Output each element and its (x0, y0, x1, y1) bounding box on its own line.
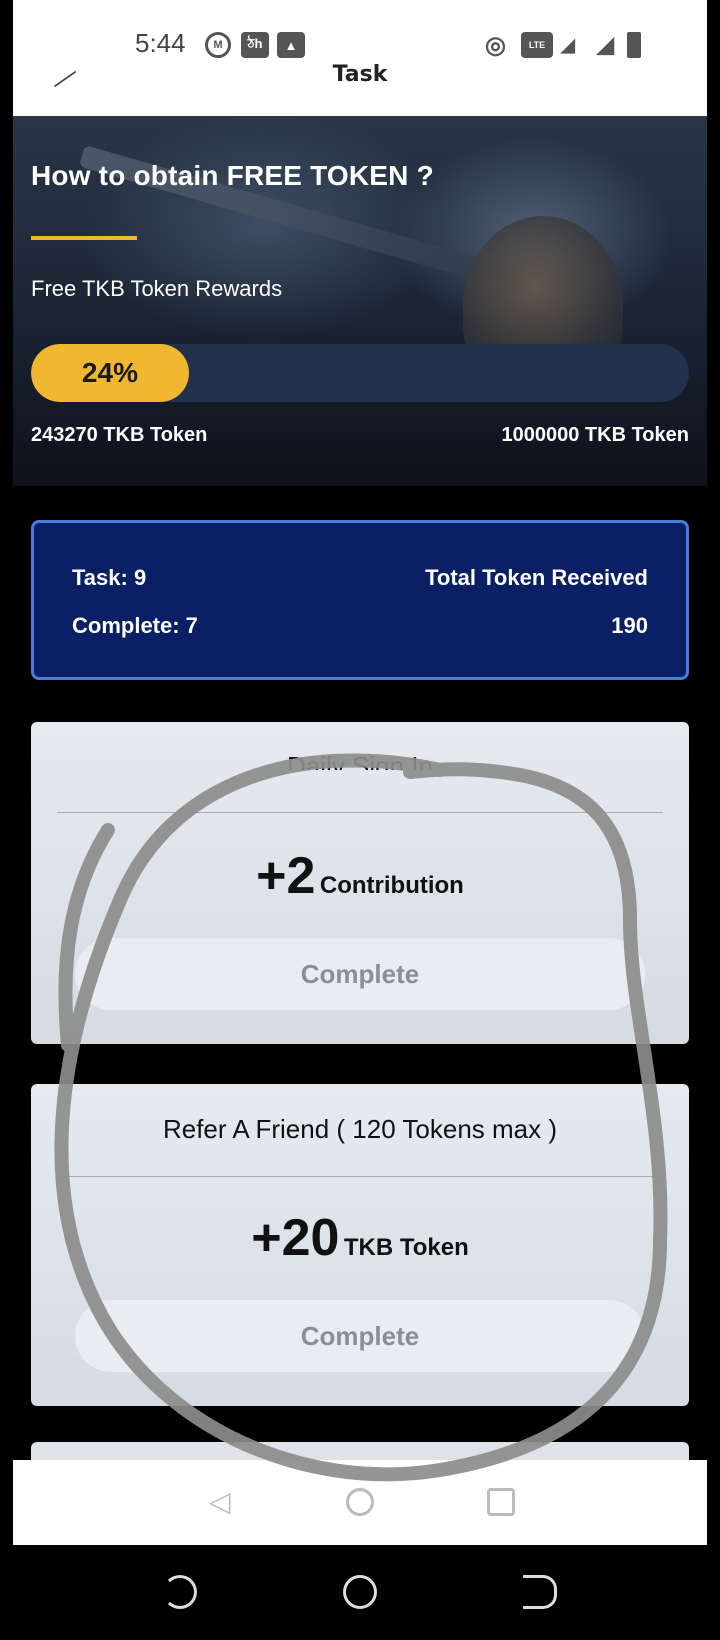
progress-fill: 24% (31, 344, 189, 402)
reward-amount: +2 (256, 847, 316, 905)
card-divider (57, 812, 663, 813)
complete-count: Complete: 7 (72, 613, 198, 638)
app-nav-bar: ◁ (13, 1460, 707, 1545)
recents-square-icon[interactable] (487, 1488, 515, 1516)
reward-unit: TKB Token (343, 1234, 469, 1261)
task-summary-panel: Task: 9 Complete: 7 Total Token Received… (31, 520, 689, 680)
total-token-value: 190 (611, 613, 648, 638)
top-bar: 5:44 M ঠh ▲ ◎ LTE ◢ ◢ ― Task (13, 0, 707, 116)
hotspot-icon: ◎ (485, 31, 506, 59)
task-title: Daily Sign In (287, 751, 433, 770)
signal-icon: ◢ (597, 32, 614, 57)
recent-apps-icon[interactable] (163, 1575, 197, 1609)
progress-label: 24% (81, 357, 138, 388)
m-badge-icon: M (205, 32, 231, 58)
complete-button[interactable]: Complete (75, 938, 645, 1010)
status-time: 5:44 (135, 28, 186, 58)
task-title: Refer A Friend ( 120 Tokens max ) (162, 1114, 558, 1144)
card-divider (57, 1176, 663, 1177)
task-card-daily-sign-in: Daily Sign In +2 Contribution Complete (31, 722, 689, 1044)
progress-current: 243270 TKB Token (31, 424, 208, 446)
task-reward: +20 TKB Token (31, 1208, 689, 1268)
device-nav-bar (0, 1545, 720, 1640)
progress-target: 1000000 TKB Token (501, 424, 690, 446)
complete-button[interactable]: Complete (75, 1300, 645, 1372)
total-token-label: Total Token Received (425, 565, 648, 590)
home-icon[interactable] (343, 1575, 377, 1609)
banner-subtitle: Free TKB Token Rewards (31, 276, 283, 301)
task-card-refer-friend: Refer A Friend ( 120 Tokens max ) +20 TK… (31, 1084, 689, 1406)
home-circle-icon[interactable] (346, 1488, 374, 1516)
token-progress-bar: 24% (31, 344, 689, 402)
app-notification-icon: ঠh (241, 32, 269, 58)
reward-amount: +20 (251, 1209, 340, 1267)
reward-unit: Contribution (319, 872, 464, 899)
banner-title: How to obtain FREE TOKEN ? (31, 160, 434, 191)
battery-icon (627, 32, 641, 58)
status-bar: 5:44 M ঠh ▲ ◎ LTE ◢ ◢ (13, 24, 707, 64)
task-count: Task: 9 (72, 565, 147, 590)
page-title: Task (332, 62, 388, 82)
back-icon[interactable] (523, 1575, 557, 1609)
task-reward: +2 Contribution (31, 846, 689, 906)
token-banner: How to obtain FREE TOKEN ? Free TKB Toke… (13, 116, 707, 486)
app-screen: 5:44 M ঠh ▲ ◎ LTE ◢ ◢ ― Task How to obta… (13, 0, 707, 1545)
image-icon: ▲ (277, 32, 305, 58)
title-underline (31, 236, 137, 240)
4g-signal-icon: ◢ (561, 34, 575, 55)
back-triangle-icon[interactable]: ◁ (209, 1488, 237, 1516)
volte-icon: LTE (521, 32, 553, 58)
